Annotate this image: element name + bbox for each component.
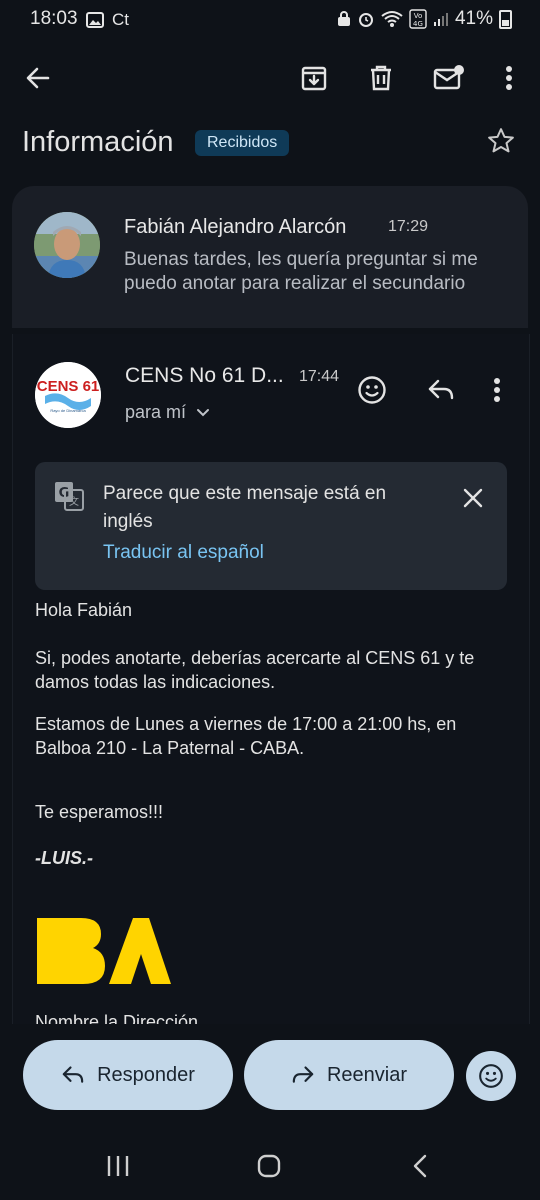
close-icon: [463, 488, 483, 508]
more-options-button[interactable]: [483, 52, 535, 104]
star-icon: [488, 128, 514, 153]
body-closing: Te esperamos!!!: [35, 802, 164, 822]
archive-button[interactable]: [288, 52, 340, 104]
logo-caption: Rayo de Dinamarca: [50, 408, 86, 413]
translate-banner: G文 Parece que este mensaje está en inglé…: [35, 462, 507, 590]
translate-icon: G文: [55, 482, 84, 511]
status-notification-icons: Ct: [86, 10, 129, 30]
label-chip-inbox[interactable]: Recibidos: [195, 130, 290, 156]
avatar[interactable]: CENS 61 Rayo de Dinamarca: [35, 362, 101, 428]
body-signature: -LUIS.-: [35, 848, 93, 868]
sender-name: CENS No 61 D...: [125, 364, 284, 387]
forward-pill-button[interactable]: Reenviar: [244, 1040, 454, 1110]
body-paragraph: Si, podes anotarte, deberías acercarte a…: [35, 648, 475, 692]
message-time: 17:29: [388, 218, 429, 235]
body-greeting: Hola Fabián: [35, 600, 133, 620]
system-back-button[interactable]: [400, 1146, 440, 1186]
message-snippet: Buenas tardes, les quería preguntar si m…: [124, 249, 478, 294]
gallery-icon: [86, 12, 104, 28]
home-icon: [257, 1154, 281, 1178]
body-paragraph: Estamos de Lunes a viernes de 17:00 a 21…: [35, 714, 457, 758]
subject-row: Información Recibidos: [0, 118, 540, 174]
recipient-details-toggle[interactable]: para mí: [125, 402, 210, 423]
status-bar: 18:03 Ct Vo 4G 41%: [0, 0, 540, 40]
chevron-down-icon: [197, 408, 210, 416]
mark-unread-button[interactable]: [423, 52, 475, 104]
avatar[interactable]: [34, 212, 100, 278]
battery-icon: [499, 9, 512, 29]
forward-label: Reenviar: [326, 1063, 408, 1086]
recents-icon: [107, 1156, 129, 1176]
reply-label: Responder: [97, 1063, 195, 1086]
carrier-text: Ct: [112, 10, 129, 29]
close-translate-button[interactable]: [453, 478, 493, 518]
add-reaction-button[interactable]: [350, 368, 394, 412]
emoji-icon: [479, 1064, 503, 1088]
recipient-label: para mí: [125, 402, 187, 422]
more-vert-icon: [506, 66, 512, 90]
trash-icon: [371, 65, 391, 91]
avatar-photo: [34, 212, 100, 278]
recent-apps-button[interactable]: [98, 1146, 138, 1186]
more-vert-icon: [494, 378, 500, 402]
signal-icon: [433, 13, 448, 26]
reply-icon: [428, 379, 454, 400]
message-card-expanded: CENS 61 Rayo de Dinamarca CENS No 61 D..…: [12, 334, 530, 1024]
wifi-icon: [381, 11, 403, 27]
svg-text:Vo: Vo: [414, 12, 423, 20]
logo-title: CENS 61: [37, 378, 100, 395]
home-button[interactable]: [249, 1146, 289, 1186]
forward-icon: [292, 1066, 314, 1083]
email-subject: Información: [22, 126, 174, 158]
lte-icon: Vo4G: [409, 9, 427, 29]
arrow-back-icon: [26, 67, 50, 89]
translate-link[interactable]: Traducir al español: [103, 542, 264, 564]
reply-pill-button[interactable]: Responder: [23, 1040, 233, 1110]
reply-icon: [62, 1066, 84, 1083]
system-nav-bar: [0, 1128, 540, 1200]
emoji-reaction-button[interactable]: [466, 1051, 516, 1101]
bottom-actions: Responder Reenviar: [0, 1024, 540, 1128]
battery-percent: 41%: [454, 8, 493, 29]
sender-name: Fabián Alejandro Alarcón: [124, 216, 347, 238]
top-app-bar: [0, 40, 540, 116]
alarm-icon: [358, 13, 373, 27]
signature-cut-line: Nombre la Dirección: [35, 1012, 199, 1024]
archive-icon: [301, 66, 327, 91]
message-more-button[interactable]: [475, 368, 519, 412]
mail-unread-icon: [433, 65, 464, 90]
ba-logo: [37, 918, 171, 984]
svg-text:文: 文: [69, 495, 79, 508]
chevron-left-icon: [413, 1154, 427, 1178]
star-button[interactable]: [486, 126, 520, 160]
cens-logo: CENS 61 Rayo de Dinamarca: [35, 362, 101, 428]
status-time: 18:03: [30, 8, 78, 29]
back-button[interactable]: [12, 52, 64, 104]
status-system-icons: Vo 4G 41%: [337, 8, 512, 30]
delete-button[interactable]: [355, 52, 407, 104]
emoji-icon: [358, 376, 386, 404]
svg-text:4G: 4G: [413, 20, 423, 28]
message-time: 17:44: [299, 368, 340, 385]
lock-icon: [337, 11, 350, 26]
translate-message: Parece que este mensaje está en inglés: [103, 483, 387, 532]
message-card-collapsed[interactable]: Fabián Alejandro Alarcón 17:29 Buenas ta…: [12, 186, 528, 328]
reply-button[interactable]: [419, 368, 463, 412]
